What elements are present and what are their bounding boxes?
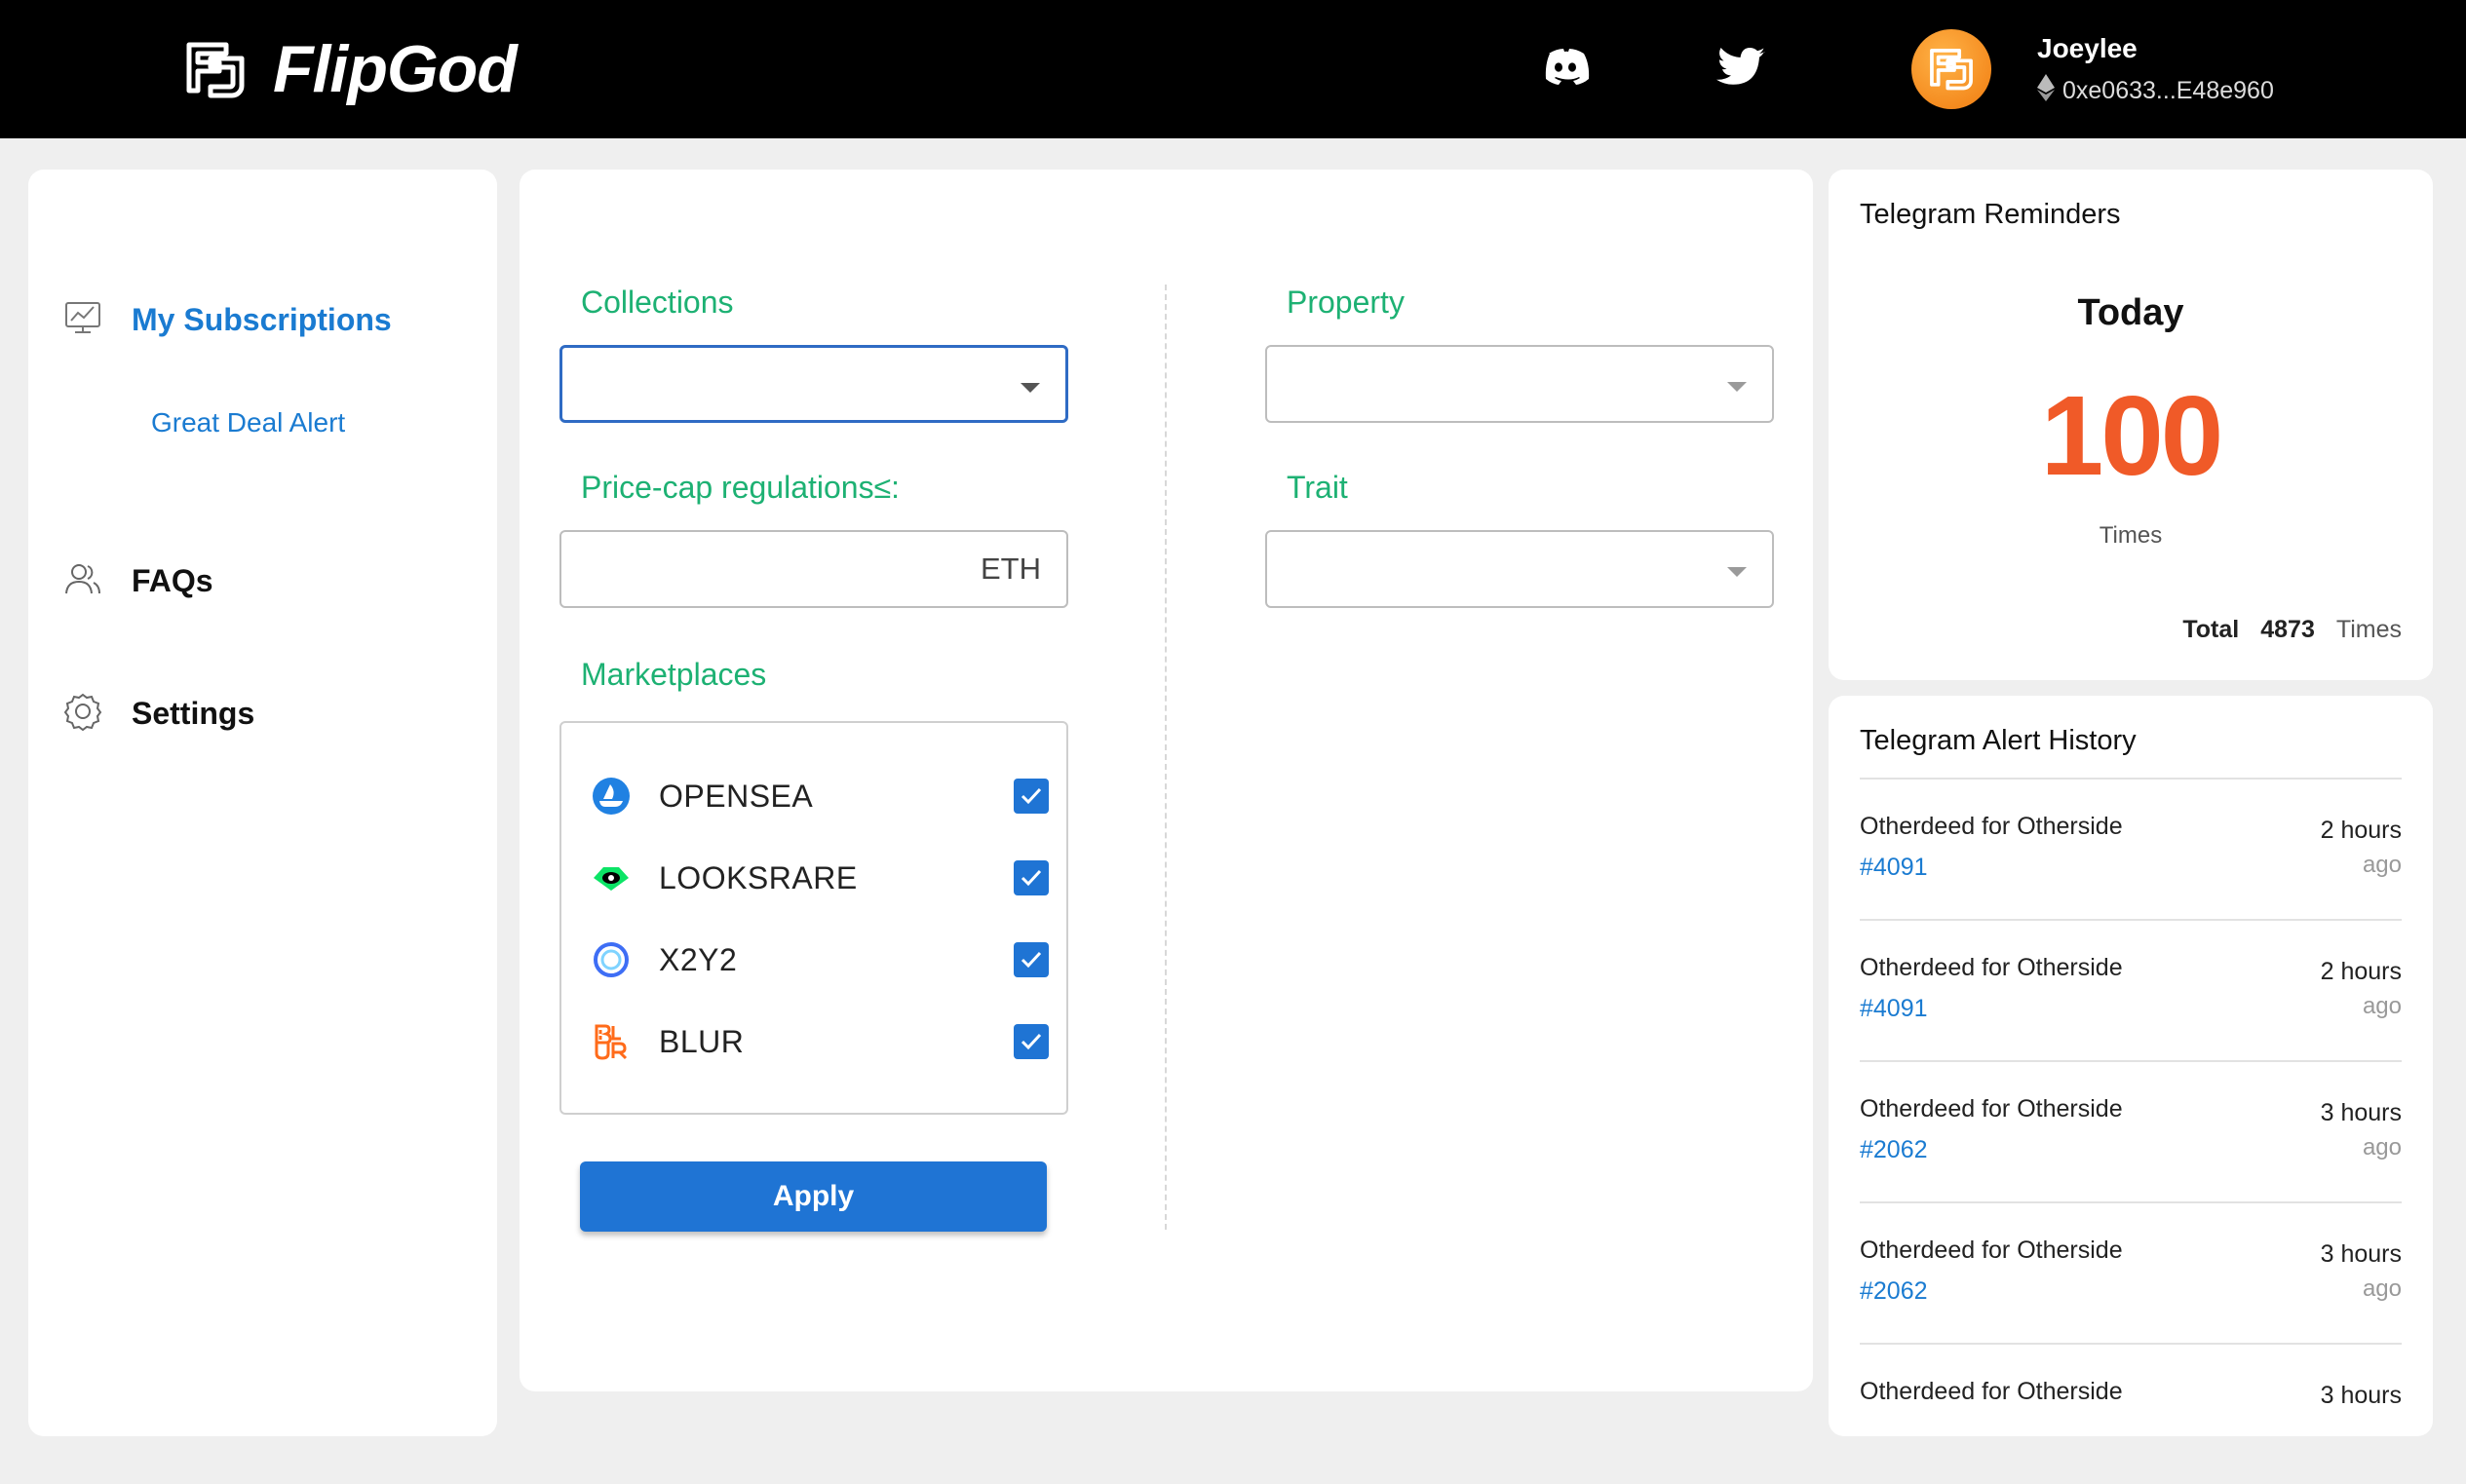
price-cap-input[interactable]: ETH — [559, 530, 1068, 608]
price-cap-label: Price-cap regulations≤: — [581, 470, 901, 505]
history-item-ago: ago — [2362, 1134, 2402, 1161]
opensea-checkbox[interactable] — [1014, 779, 1049, 814]
sidebar-item-my-subscriptions[interactable]: My Subscriptions — [63, 298, 392, 342]
history-item-name: Otherdeed for Otherside — [1860, 954, 2123, 981]
marketplace-row-x2y2[interactable]: X2Y2 — [591, 935, 1049, 984]
wallet-address[interactable]: 0xe0633...E48e960 — [2037, 74, 2274, 108]
history-item-id[interactable]: #2062 — [1860, 1277, 1928, 1306]
gear-icon — [63, 692, 102, 736]
sidebar-item-label: My Subscriptions — [132, 302, 392, 337]
history-item-name: Otherdeed for Otherside — [1860, 813, 2123, 840]
flipgod-logo-icon — [181, 33, 250, 106]
history-item-ago: ago — [2362, 1275, 2402, 1302]
history-item-name: Otherdeed for Otherside — [1860, 1378, 2123, 1405]
sidebar-item-settings[interactable]: Settings — [63, 692, 254, 736]
history-item-ago: ago — [2362, 993, 2402, 1019]
sidebar-item-label: Settings — [132, 696, 255, 731]
collections-select[interactable] — [559, 345, 1068, 423]
users-icon — [63, 559, 102, 603]
sidebar-item-faqs[interactable]: FAQs — [63, 559, 213, 603]
sidebar-item-label: FAQs — [132, 563, 213, 598]
total-unit: Times — [2335, 616, 2402, 643]
opensea-icon — [591, 776, 632, 817]
check-icon — [1021, 951, 1042, 969]
discord-icon — [1539, 40, 1592, 97]
history-item-time: 2 hours — [2320, 958, 2402, 985]
history-item-id[interactable]: #2062 — [1860, 1136, 1928, 1164]
history-item-name: Otherdeed for Otherside — [1860, 1095, 2123, 1123]
wallet-address-text: 0xe0633...E48e960 — [2062, 77, 2274, 104]
x2y2-icon — [591, 939, 632, 980]
property-select[interactable] — [1265, 345, 1774, 423]
trait-label: Trait — [1287, 470, 1348, 505]
list-item[interactable]: Otherdeed for Otherside 3 hours — [1860, 1343, 2402, 1484]
chevron-down-icon — [1021, 383, 1040, 393]
chevron-down-icon — [1727, 567, 1747, 577]
apply-button[interactable]: Apply — [580, 1161, 1047, 1232]
marketplaces-list: OPENSEA LOOKSRARE X2Y2 BLUR — [559, 721, 1068, 1115]
marketplace-name: BLUR — [659, 1023, 745, 1059]
looksrare-icon — [591, 857, 632, 898]
total-label: Total — [2182, 616, 2240, 643]
today-label: Today — [2077, 292, 2184, 333]
ethereum-icon — [2037, 74, 2055, 108]
top-bar: FlipGod Joeylee 0xe0633...E48e960 — [0, 0, 2466, 138]
looksrare-checkbox[interactable] — [1014, 860, 1049, 895]
total-row: Total 4873 Times — [2182, 616, 2402, 644]
telegram-alert-history-card: Telegram Alert History Otherdeed for Oth… — [1829, 696, 2433, 1436]
check-icon — [1021, 787, 1042, 805]
eth-unit: ETH — [981, 552, 1041, 586]
twitter-icon — [1716, 40, 1769, 97]
check-icon — [1021, 869, 1042, 887]
twitter-link[interactable] — [1714, 39, 1772, 97]
sidebar: My Subscriptions Great Deal Alert FAQs S… — [28, 170, 497, 1436]
reminders-title: Telegram Reminders — [1860, 199, 2121, 230]
history-item-time: 3 hours — [2320, 1382, 2402, 1409]
history-title: Telegram Alert History — [1860, 725, 2137, 756]
column-divider — [1165, 285, 1167, 1230]
check-icon — [1021, 1033, 1042, 1050]
list-item[interactable]: Otherdeed for Otherside #2062 3 hours ag… — [1860, 1060, 2402, 1201]
marketplace-row-blur[interactable]: BLUR — [591, 1017, 1049, 1066]
marketplace-name: OPENSEA — [659, 778, 814, 814]
user-name: Joeylee — [2037, 33, 2138, 63]
history-item-time: 3 hours — [2320, 1099, 2402, 1126]
sidebar-subitem-great-deal-alert[interactable]: Great Deal Alert — [151, 407, 345, 438]
subscription-form: Collections Price-cap regulations≤: ETH … — [520, 170, 1813, 1391]
chart-monitor-icon — [63, 298, 102, 342]
total-count: 4873 — [2260, 616, 2315, 643]
discord-link[interactable] — [1536, 39, 1595, 97]
flipgod-avatar-icon — [1926, 42, 1977, 97]
marketplace-row-looksrare[interactable]: LOOKSRARE — [591, 854, 1049, 902]
marketplace-row-opensea[interactable]: OPENSEA — [591, 772, 1049, 820]
history-item-ago: ago — [2362, 852, 2402, 878]
trait-select[interactable] — [1265, 530, 1774, 608]
history-list: Otherdeed for Otherside #4091 2 hours ag… — [1860, 778, 2402, 1484]
chevron-down-icon — [1727, 382, 1747, 392]
history-item-name: Otherdeed for Otherside — [1860, 1237, 2123, 1264]
times-label: Times — [2099, 522, 2163, 549]
blur-icon — [591, 1021, 632, 1062]
history-item-id[interactable]: #4091 — [1860, 995, 1928, 1023]
brand-logo[interactable]: FlipGod — [181, 32, 518, 106]
list-item[interactable]: Otherdeed for Otherside #4091 2 hours ag… — [1860, 778, 2402, 919]
collections-label: Collections — [581, 285, 734, 320]
marketplace-name: LOOKSRARE — [659, 859, 858, 895]
marketplaces-label: Marketplaces — [581, 657, 767, 692]
property-label: Property — [1287, 285, 1405, 320]
history-item-time: 2 hours — [2320, 817, 2402, 844]
blur-checkbox[interactable] — [1014, 1024, 1049, 1059]
x2y2-checkbox[interactable] — [1014, 942, 1049, 977]
avatar[interactable] — [1911, 29, 1991, 109]
list-item[interactable]: Otherdeed for Otherside #4091 2 hours ag… — [1860, 919, 2402, 1060]
list-item[interactable]: Otherdeed for Otherside #2062 3 hours ag… — [1860, 1201, 2402, 1343]
brand-name: FlipGod — [273, 32, 518, 106]
marketplace-name: X2Y2 — [659, 941, 738, 977]
today-count: 100 — [2040, 372, 2224, 499]
telegram-reminders-card: Telegram Reminders Today 100 Times Total… — [1829, 170, 2433, 680]
history-item-time: 3 hours — [2320, 1240, 2402, 1268]
history-item-id[interactable]: #4091 — [1860, 854, 1928, 882]
